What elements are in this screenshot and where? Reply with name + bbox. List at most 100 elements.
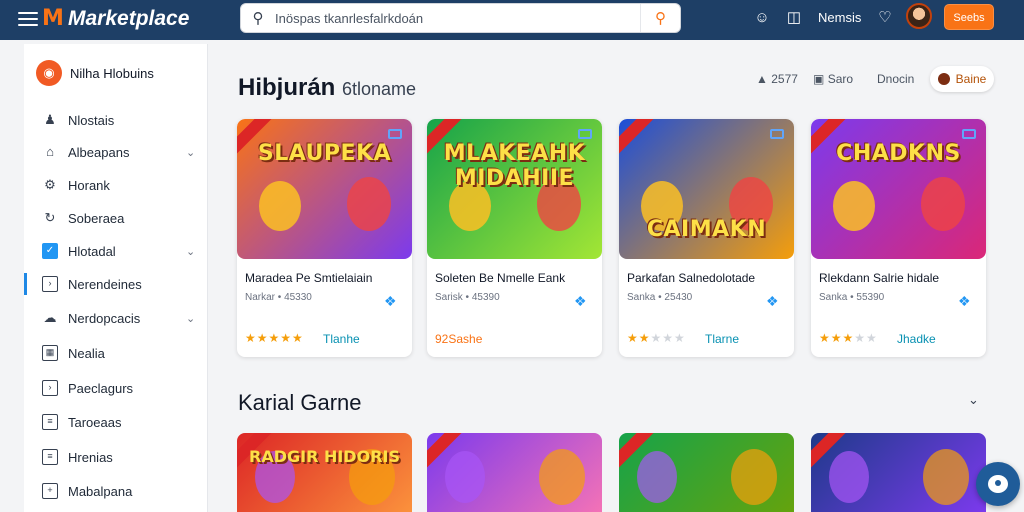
avatar[interactable] [906,3,932,29]
butterfly-icon[interactable]: ❖ [766,294,782,308]
game-badge: Jhadke [897,332,936,346]
sidebar-item-label: Soberaea [68,210,125,226]
logo-icon: M [42,6,64,31]
game-meta: Sanka • 25430 [627,292,693,303]
game-card[interactable]: RADGIR HIDORIS [237,433,412,512]
character-image [259,181,301,231]
star-rating: ★★★★★ [627,331,686,345]
game-logo-text: CAIMAKN [646,217,767,242]
butterfly-icon[interactable]: ❖ [958,294,974,308]
character-image [921,177,965,231]
chart-icon: ▲ [756,72,768,86]
character-image [829,451,869,503]
user-name[interactable]: Nemsis [818,10,861,25]
filter-avatar-icon [937,73,950,85]
user-icon[interactable]: ☺ [752,8,772,28]
sidebar-item-label: Nealia [68,345,105,361]
sidebar-item-label: Nlostais [68,112,115,128]
gear-icon: ⚙ [44,177,56,192]
sidebar-item-label: Hlotadal [68,243,116,259]
star-rating: ★★★★★ [245,331,304,345]
game-thumbnail[interactable]: CAIMAKN [619,119,794,259]
square-icon: › [42,380,58,396]
character-image [731,449,777,505]
tag-icon [962,129,976,139]
chevron-down-icon[interactable]: ⌄ [186,146,195,159]
cta-button[interactable]: Seebs [944,4,994,30]
sidebar-brand-label: Nilha Hlobuins [70,65,154,81]
filter-count[interactable]: ▲ 2577 [756,72,798,86]
game-logo-text: SLAUPEKA [257,141,392,166]
brand-logo-icon: ◉ [36,60,62,86]
image-icon: ▣ [813,72,825,86]
sidebar-item-label: Nerdopcacis [68,310,141,326]
character-image [923,449,969,505]
section-title-main: Hibjurán [238,74,336,101]
hamburger-menu-icon[interactable] [18,9,38,29]
filter-saro[interactable]: ▣ Saro [813,72,853,86]
section-title: Hibjurán 6tloname [238,74,416,102]
tag-icon [770,129,784,139]
game-meta: Sarisk • 45390 [435,292,500,303]
sidebar-brand[interactable]: ◉ Nilha Hlobuins [36,60,154,86]
character-image [445,451,485,503]
sidebar-item-label: Paeclagurs [68,380,134,396]
butterfly-icon[interactable]: ❖ [574,294,590,308]
game-title[interactable]: Parkafan Salnedolotade [627,271,755,285]
game-title[interactable]: Soleten Be Nmelle Eank [435,271,565,285]
sidebar-item[interactable]: ⚙ Horank [24,170,208,200]
sidebar-item-label: Albeapans [68,144,130,160]
game-title[interactable]: Rlekdann Salrie hidale [819,271,939,285]
bag-icon[interactable]: ◫ [784,8,804,28]
list-icon: ≡ [42,414,58,430]
sidebar: ◉ Nilha Hlobuins ♟ Nlostais ⌂ Albeapans ⌄ ⚙ Ho… [24,44,208,512]
star-rating: ★★★★★ [819,331,878,345]
search-submit-button[interactable]: ⚲ [640,4,680,32]
calendar-icon: ▦ [42,345,58,361]
sidebar-item[interactable]: › Paeclagurs [24,373,208,403]
sidebar-item[interactable]: ✓ Hlotadal ⌄ [24,236,208,266]
game-card[interactable] [427,433,602,512]
sidebar-item[interactable]: › Nerendeines [24,269,208,299]
sidebar-item-label: Nerendeines [68,276,142,292]
sidebar-item[interactable]: ↻ Soberaea [24,203,208,233]
checkbox-icon: ✓ [42,243,58,259]
sidebar-item-label: Taroeaas [68,414,122,430]
game-logo-text: RADGIR HIDORIS [249,447,400,466]
sidebar-item[interactable]: ≡ Hrenias [24,442,208,472]
game-thumbnail[interactable]: CHADKNS [811,119,986,259]
game-card[interactable]: MLAKEAHK MIDAHIIE Soleten Be Nmelle Eank S… [427,119,602,357]
sidebar-item[interactable]: ⌂ Albeapans ⌄ [24,137,208,167]
game-thumbnail[interactable]: SLAUPEKA [237,119,412,259]
heart-icon[interactable]: ♡ [875,8,895,28]
game-card[interactable]: CHADKNS Rlekdann Salrie hidale Sanka • 553… [811,119,986,357]
butterfly-icon[interactable]: ❖ [384,294,400,308]
search-bar: ⚲ ⚲ [240,3,681,33]
sidebar-item[interactable]: ☁ Nerdopcacis ⌄ [24,303,208,333]
sidebar-item[interactable]: + Mabalpana [24,476,208,506]
chevron-down-icon[interactable]: ⌄ [968,392,984,408]
person-icon: ♟ [44,112,56,127]
app-title[interactable]: Marketplace [68,6,189,32]
chevron-down-icon[interactable]: ⌄ [186,245,195,258]
chat-button[interactable] [976,462,1020,506]
game-logo-text: CHADKNS [836,141,961,166]
game-card[interactable] [811,433,986,512]
game-card[interactable]: SLAUPEKA Maradea Pe Smtielaiain Narkar • 4… [237,119,412,357]
game-card[interactable]: CAIMAKN Parkafan Salnedolotade Sanka • 254… [619,119,794,357]
sidebar-item[interactable]: ♟ Nlostais [24,105,208,135]
cloud-icon: ☁ [43,310,57,325]
game-title[interactable]: Maradea Pe Smtielaiain [245,271,372,285]
game-thumbnail[interactable]: MLAKEAHK MIDAHIIE [427,119,602,259]
active-filter-pill[interactable]: Baine [930,66,994,92]
game-card[interactable] [619,433,794,512]
top-bar: M Marketplace ⚲ ⚲ ☺ ◫ Nemsis ♡ Seebs [0,0,1024,40]
square-icon: › [42,276,58,292]
filter-dnocin[interactable]: Dnocin [877,72,914,86]
chevron-down-icon[interactable]: ⌄ [186,312,195,325]
sidebar-item[interactable]: ≡ Taroeaas [24,407,208,437]
search-input[interactable] [275,5,640,31]
game-logo-text: MLAKEAHK MIDAHIIE [443,141,586,191]
sidebar-item[interactable]: ▦ Nealia [24,338,208,368]
game-badge: Tlanhe [323,332,360,346]
